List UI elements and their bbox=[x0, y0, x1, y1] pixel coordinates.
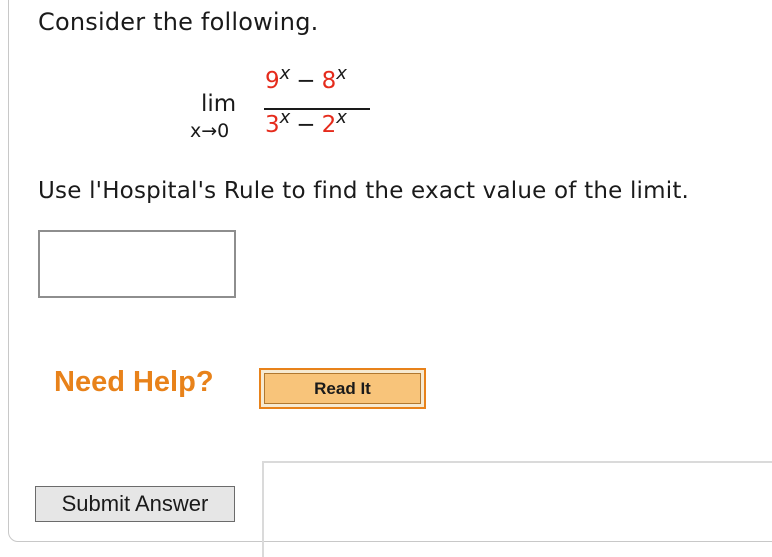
numerator-operator: − bbox=[296, 68, 316, 94]
denominator-base-1: 3 bbox=[265, 112, 280, 138]
read-it-label: Read It bbox=[264, 373, 421, 404]
denominator-exponent-1: x bbox=[279, 107, 291, 128]
lim-approach: x→0 bbox=[190, 120, 230, 142]
submit-answer-button[interactable]: Submit Answer bbox=[35, 486, 235, 522]
lim-label: lim bbox=[201, 91, 237, 117]
fraction-denominator: 3x −2x bbox=[265, 107, 347, 138]
read-it-button[interactable]: Read It bbox=[259, 368, 426, 409]
numerator-base-1: 9 bbox=[265, 68, 280, 94]
denominator-operator: − bbox=[296, 112, 316, 138]
question-prompt: Consider the following. bbox=[38, 8, 319, 36]
answer-input[interactable] bbox=[38, 230, 236, 298]
section-divider-vertical bbox=[262, 461, 264, 557]
question-instruction: Use l'Hospital's Rule to find the exact … bbox=[38, 178, 690, 204]
limit-expression: lim x→0 9x −8x 3x −2x bbox=[190, 63, 390, 148]
numerator-base-2: 8 bbox=[321, 68, 337, 94]
need-help-label: Need Help? bbox=[54, 366, 214, 398]
denominator-base-2: 2 bbox=[321, 112, 337, 138]
denominator-exponent-2: x bbox=[336, 107, 347, 128]
numerator-exponent-2: x bbox=[336, 63, 347, 84]
fraction-numerator: 9x −8x bbox=[265, 63, 347, 94]
numerator-exponent-1: x bbox=[279, 63, 291, 84]
section-divider bbox=[262, 461, 772, 463]
